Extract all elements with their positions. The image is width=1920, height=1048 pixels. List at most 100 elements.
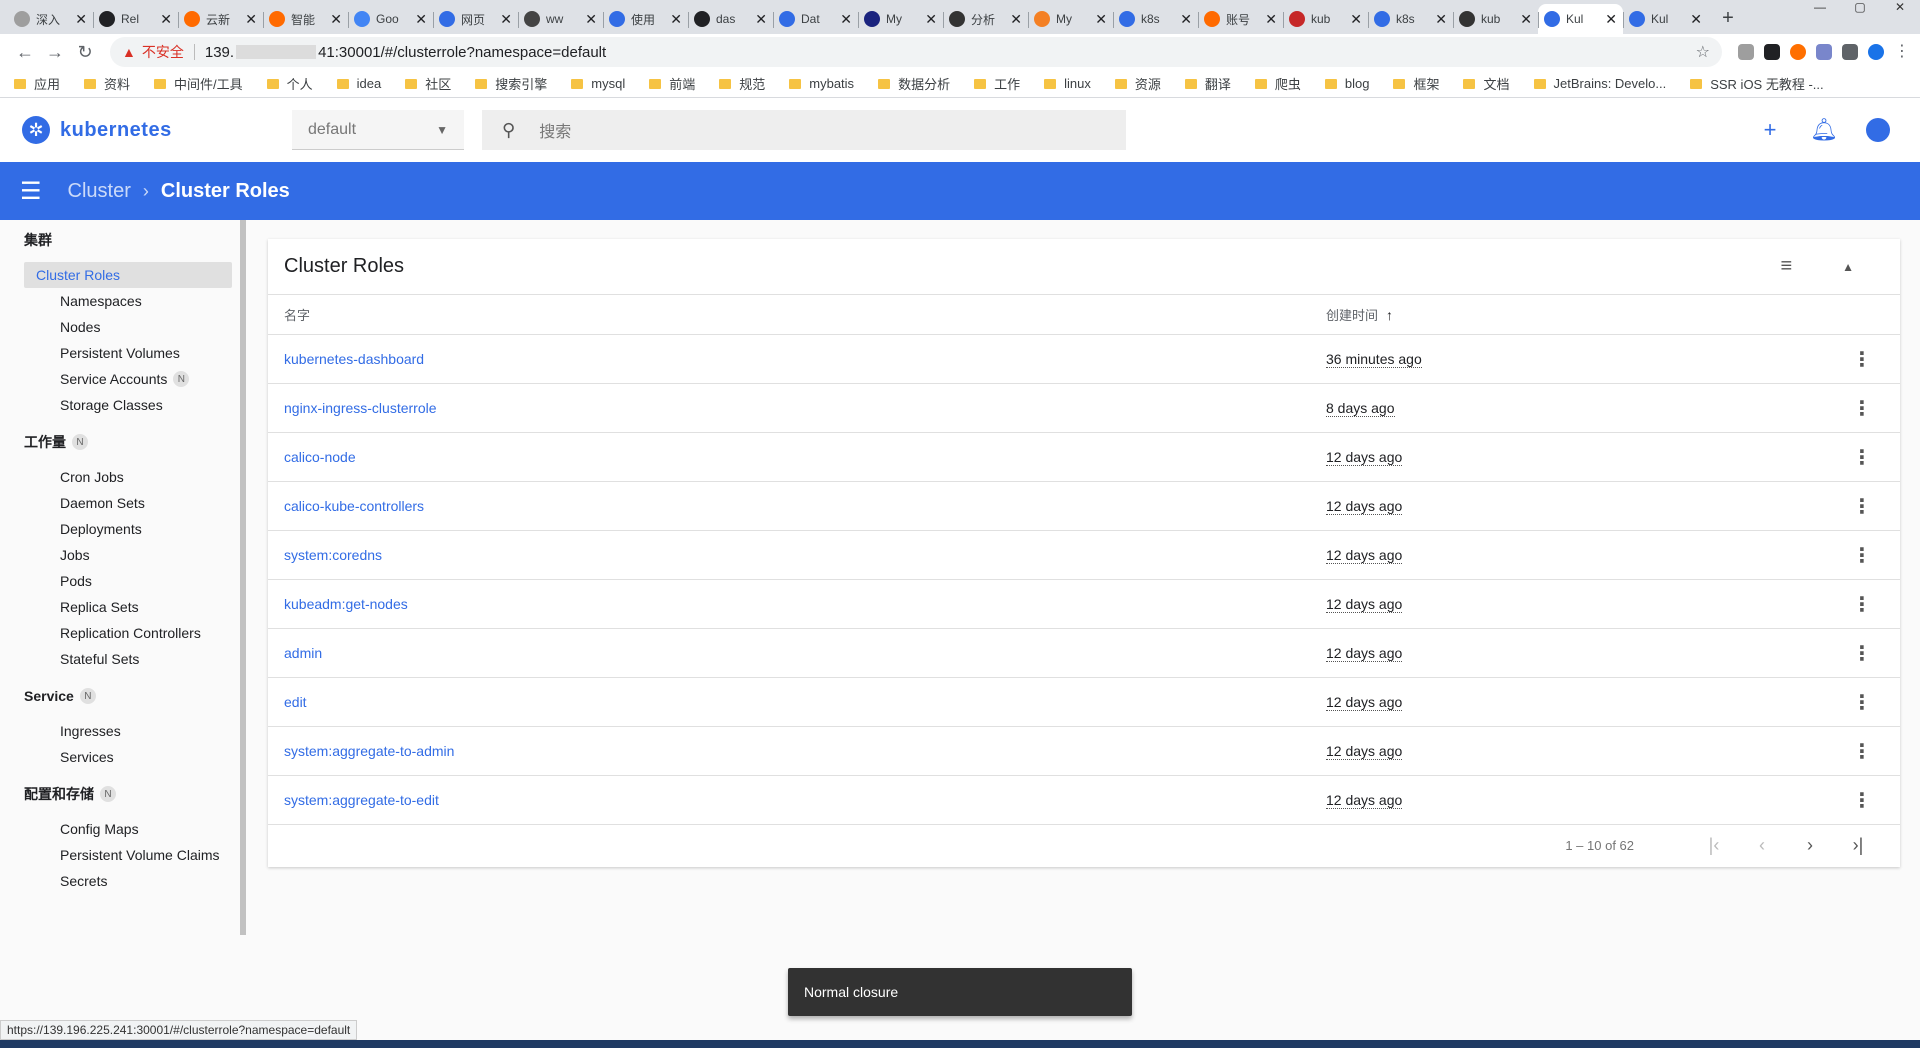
- prev-page-icon[interactable]: ‹: [1750, 835, 1774, 856]
- bookmark-item[interactable]: blog: [1324, 76, 1369, 91]
- close-tab-icon[interactable]: ✕: [1265, 11, 1277, 28]
- sidebar-item[interactable]: Daemon Sets: [24, 490, 232, 516]
- browser-tab[interactable]: 账号 ✕: [1198, 4, 1283, 34]
- browser-tab[interactable]: 云新 ✕: [178, 4, 263, 34]
- sidebar-item[interactable]: Service Accounts N: [24, 366, 232, 392]
- menu-icon[interactable]: ☰: [20, 177, 42, 206]
- close-tab-icon[interactable]: ✕: [160, 11, 172, 28]
- close-tab-icon[interactable]: ✕: [415, 11, 427, 28]
- sidebar-item[interactable]: Pods: [24, 568, 232, 594]
- role-name-link[interactable]: system:aggregate-to-edit: [284, 792, 1326, 808]
- browser-tab[interactable]: My ✕: [1028, 4, 1113, 34]
- sidebar-item[interactable]: Cron Jobs: [24, 464, 232, 490]
- browser-tab[interactable]: kub ✕: [1283, 4, 1368, 34]
- new-tab-icon[interactable]: +: [1714, 4, 1742, 32]
- bookmark-item[interactable]: 社区: [405, 74, 451, 93]
- column-created-header[interactable]: 创建时间: [1326, 305, 1378, 324]
- close-tab-icon[interactable]: ✕: [585, 11, 597, 28]
- browser-tab[interactable]: Rel ✕: [93, 4, 178, 34]
- more-vert-icon[interactable]: ⋮: [1852, 347, 1872, 372]
- bookmark-item[interactable]: 框架: [1393, 74, 1439, 93]
- close-tab-icon[interactable]: ✕: [1520, 11, 1532, 28]
- sidebar-item[interactable]: Jobs: [24, 542, 232, 568]
- close-tab-icon[interactable]: ✕: [1690, 11, 1702, 28]
- search-input[interactable]: ⚲ 搜索: [482, 110, 1126, 150]
- close-tab-icon[interactable]: ✕: [1605, 11, 1617, 28]
- bookmark-item[interactable]: 工作: [974, 74, 1020, 93]
- bookmark-item[interactable]: 翻译: [1184, 74, 1231, 93]
- browser-tab[interactable]: 网页 ✕: [433, 4, 518, 34]
- role-name-link[interactable]: calico-node: [284, 449, 1326, 465]
- bell-icon[interactable]: 🔔︎: [1810, 117, 1838, 142]
- sidebar-item[interactable]: Ingresses: [24, 718, 232, 744]
- bookmark-item[interactable]: 文档: [1463, 74, 1510, 93]
- more-vert-icon[interactable]: ⋮: [1852, 592, 1872, 617]
- sidebar-section-heading[interactable]: 工作量 N: [0, 426, 246, 458]
- more-vert-icon[interactable]: ⋮: [1852, 690, 1872, 715]
- close-tab-icon[interactable]: ✕: [925, 11, 937, 28]
- sidebar-item[interactable]: Replication Controllers: [24, 620, 232, 646]
- bookmark-item[interactable]: 规范: [719, 74, 765, 93]
- sidebar-scrollbar[interactable]: [240, 220, 246, 935]
- browser-tab[interactable]: Dat ✕: [773, 4, 858, 34]
- first-page-icon[interactable]: |‹: [1702, 835, 1726, 856]
- url-input[interactable]: ▲ 不安全 139. 41:30001/#/clusterrole?namesp…: [110, 37, 1722, 67]
- profile-icon[interactable]: [1868, 44, 1884, 60]
- more-vert-icon[interactable]: ⋮: [1852, 641, 1872, 666]
- browser-tab[interactable]: Kul ✕: [1538, 4, 1623, 34]
- collapse-icon[interactable]: ▲: [1842, 260, 1854, 274]
- bookmark-item[interactable]: 应用: [14, 74, 60, 93]
- close-tab-icon[interactable]: ✕: [75, 11, 87, 28]
- browser-tab[interactable]: k8s ✕: [1113, 4, 1198, 34]
- bookmark-item[interactable]: mybatis: [789, 76, 854, 91]
- breadcrumb-cluster[interactable]: Cluster: [68, 180, 131, 203]
- bookmark-item[interactable]: linux: [1044, 76, 1091, 91]
- next-page-icon[interactable]: ›: [1798, 835, 1822, 856]
- puzzle-icon[interactable]: [1842, 44, 1858, 60]
- more-vert-icon[interactable]: ⋮: [1852, 543, 1872, 568]
- bookmark-item[interactable]: 资料: [84, 74, 130, 93]
- sidebar-section-heading[interactable]: 配置和存储 N: [0, 778, 246, 810]
- close-tab-icon[interactable]: ✕: [1435, 11, 1447, 28]
- close-tab-icon[interactable]: ✕: [1095, 11, 1107, 28]
- minimize-icon[interactable]: —: [1800, 0, 1840, 16]
- close-tab-icon[interactable]: ✕: [245, 11, 257, 28]
- extension-icon[interactable]: [1816, 44, 1832, 60]
- more-vert-icon[interactable]: ⋮: [1852, 445, 1872, 470]
- sidebar-item[interactable]: Namespaces: [24, 288, 232, 314]
- sidebar-item[interactable]: Nodes: [24, 314, 232, 340]
- back-icon[interactable]: ←: [10, 42, 40, 63]
- sidebar-item[interactable]: Services: [24, 744, 232, 770]
- column-name-header[interactable]: 名字: [284, 305, 1326, 324]
- close-tab-icon[interactable]: ✕: [1350, 11, 1362, 28]
- filter-icon[interactable]: ≡: [1780, 255, 1792, 278]
- role-name-link[interactable]: admin: [284, 645, 1326, 661]
- add-icon[interactable]: +: [1758, 117, 1782, 142]
- account-icon[interactable]: ●: [1866, 117, 1890, 142]
- sidebar-item[interactable]: Cluster Roles: [24, 262, 232, 288]
- reload-icon[interactable]: ↻: [70, 42, 100, 63]
- close-tab-icon[interactable]: ✕: [1010, 11, 1022, 28]
- extension-icon[interactable]: [1790, 44, 1806, 60]
- logo[interactable]: ✲ kubernetes: [22, 116, 272, 144]
- close-tab-icon[interactable]: ✕: [1180, 11, 1192, 28]
- bookmark-item[interactable]: 个人: [266, 74, 313, 93]
- sidebar-item[interactable]: Persistent Volumes: [24, 340, 232, 366]
- bookmark-star-icon[interactable]: ☆: [1696, 42, 1710, 62]
- extension-icon[interactable]: [1764, 44, 1780, 60]
- role-name-link[interactable]: nginx-ingress-clusterrole: [284, 400, 1326, 416]
- bookmark-item[interactable]: JetBrains: Develo...: [1533, 76, 1666, 91]
- sidebar-item[interactable]: Config Maps: [24, 816, 232, 842]
- role-name-link[interactable]: calico-kube-controllers: [284, 498, 1326, 514]
- browser-tab[interactable]: Goo ✕: [348, 4, 433, 34]
- browser-tab[interactable]: ww ✕: [518, 4, 603, 34]
- role-name-link[interactable]: kubeadm:get-nodes: [284, 596, 1326, 612]
- role-name-link[interactable]: system:coredns: [284, 547, 1326, 563]
- bookmark-item[interactable]: 数据分析: [878, 74, 950, 93]
- sidebar-section-heading[interactable]: Service N: [0, 680, 246, 712]
- more-vert-icon[interactable]: ⋮: [1852, 739, 1872, 764]
- sidebar-item[interactable]: Stateful Sets: [24, 646, 232, 672]
- browser-tab[interactable]: das ✕: [688, 4, 773, 34]
- more-vert-icon[interactable]: ⋮: [1852, 788, 1872, 813]
- bookmark-item[interactable]: 爬虫: [1254, 74, 1301, 93]
